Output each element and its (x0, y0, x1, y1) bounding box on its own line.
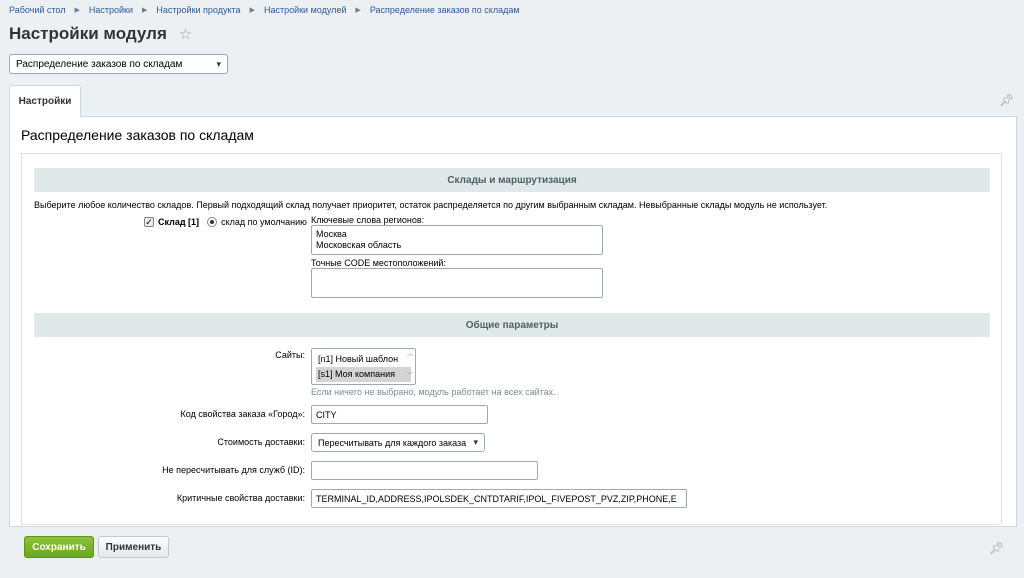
location-codes-textarea[interactable] (311, 268, 603, 298)
default-warehouse-label: склад по умолчанию (221, 217, 307, 227)
breadcrumb-item-desktop[interactable]: Рабочий стол (9, 5, 66, 15)
city-property-input[interactable]: CITY (311, 405, 488, 424)
settings-form: Склады и маршрутизация Выберите любое ко… (21, 153, 1002, 525)
settings-panel: Распределение заказов по складам Склады … (9, 117, 1017, 527)
critical-props-input[interactable]: TERMINAL_ID,ADDRESS,IPOLSDEK_CNTDTARIF,I… (311, 489, 687, 508)
apply-button[interactable]: Применить (98, 536, 169, 558)
page-title-row: Настройки модуля ☆ (9, 24, 192, 44)
breadcrumb-item-settings[interactable]: Настройки (89, 5, 133, 15)
sites-label: Сайты: (275, 350, 305, 360)
save-button[interactable]: Сохранить (24, 536, 94, 558)
delivery-cost-select[interactable]: Пересчитывать для каждого заказа ▾ (311, 433, 485, 452)
breadcrumb-item-product-settings[interactable]: Настройки продукта (156, 5, 240, 15)
region-keywords-textarea[interactable]: Москва Московская область (311, 225, 603, 255)
tab-settings-label: Настройки (18, 96, 72, 107)
scroll-arrows-icon[interactable]: ︿ ﹀ (406, 349, 414, 379)
city-property-label: Код свойства заказа «Город»: (180, 409, 305, 419)
warehouse-label: Склад [1] (158, 217, 200, 227)
delivery-cost-value: Пересчитывать для каждого заказа (318, 437, 467, 448)
section-header-warehouses: Склады и маршрутизация (34, 168, 990, 192)
no-recalc-input[interactable] (311, 461, 538, 480)
warehouse-checkbox[interactable]: ✓ (144, 217, 154, 227)
breadcrumb-separator-icon: ▶ (142, 7, 148, 14)
breadcrumb-separator-icon: ▶ (355, 7, 361, 14)
pin-icon[interactable]: 📌︎ (999, 93, 1014, 107)
breadcrumb-separator-icon: ▶ (249, 7, 255, 14)
breadcrumb-item-module-settings[interactable]: Настройки модулей (264, 5, 346, 15)
sites-option-s1[interactable]: [s1] Моя компания (316, 367, 411, 382)
module-select-value: Распределение заказов по складам (16, 58, 183, 70)
chevron-down-icon: ▾ (216, 58, 221, 69)
sites-option-n1[interactable]: [n1] Новый шаблон (316, 352, 411, 367)
codes-label: Точные CODE местоположений: (311, 258, 446, 268)
chevron-down-icon: ▾ (473, 437, 478, 447)
panel-title: Распределение заказов по складам (21, 127, 254, 143)
section-header-general: Общие параметры (34, 313, 990, 337)
sites-hint: Если ничего не выбрано, модуль работает … (311, 387, 556, 397)
keywords-label: Ключевые слова регионов: (311, 215, 425, 225)
breadcrumb: Рабочий стол ▶ Настройки ▶ Настройки про… (9, 5, 520, 15)
breadcrumb-item-current[interactable]: Распределение заказов по складам (370, 5, 520, 15)
sites-listbox[interactable]: [n1] Новый шаблон [s1] Моя компания ︿ ﹀ (311, 348, 416, 385)
critical-props-label: Критичные свойства доставки: (176, 493, 305, 503)
page-title: Настройки модуля (9, 24, 167, 43)
breadcrumb-separator-icon: ▶ (74, 7, 80, 14)
module-select[interactable]: Распределение заказов по складам ▾ (9, 54, 228, 74)
delivery-cost-label: Стоимость доставки: (217, 437, 305, 447)
no-recalc-label: Не пересчитывать для служб (ID): (162, 465, 305, 475)
default-warehouse-radio[interactable] (207, 217, 218, 227)
star-icon[interactable]: ☆ (179, 25, 192, 43)
pin-icon[interactable]: 📌︎ (989, 541, 1004, 555)
tab-settings[interactable]: Настройки (9, 85, 81, 117)
tab-bar: Настройки 📌︎ (9, 85, 1017, 117)
warehouse-row: ✓ Склад [1] склад по умолчанию (144, 217, 307, 227)
section-description: Выберите любое количество складов. Первы… (34, 200, 828, 210)
